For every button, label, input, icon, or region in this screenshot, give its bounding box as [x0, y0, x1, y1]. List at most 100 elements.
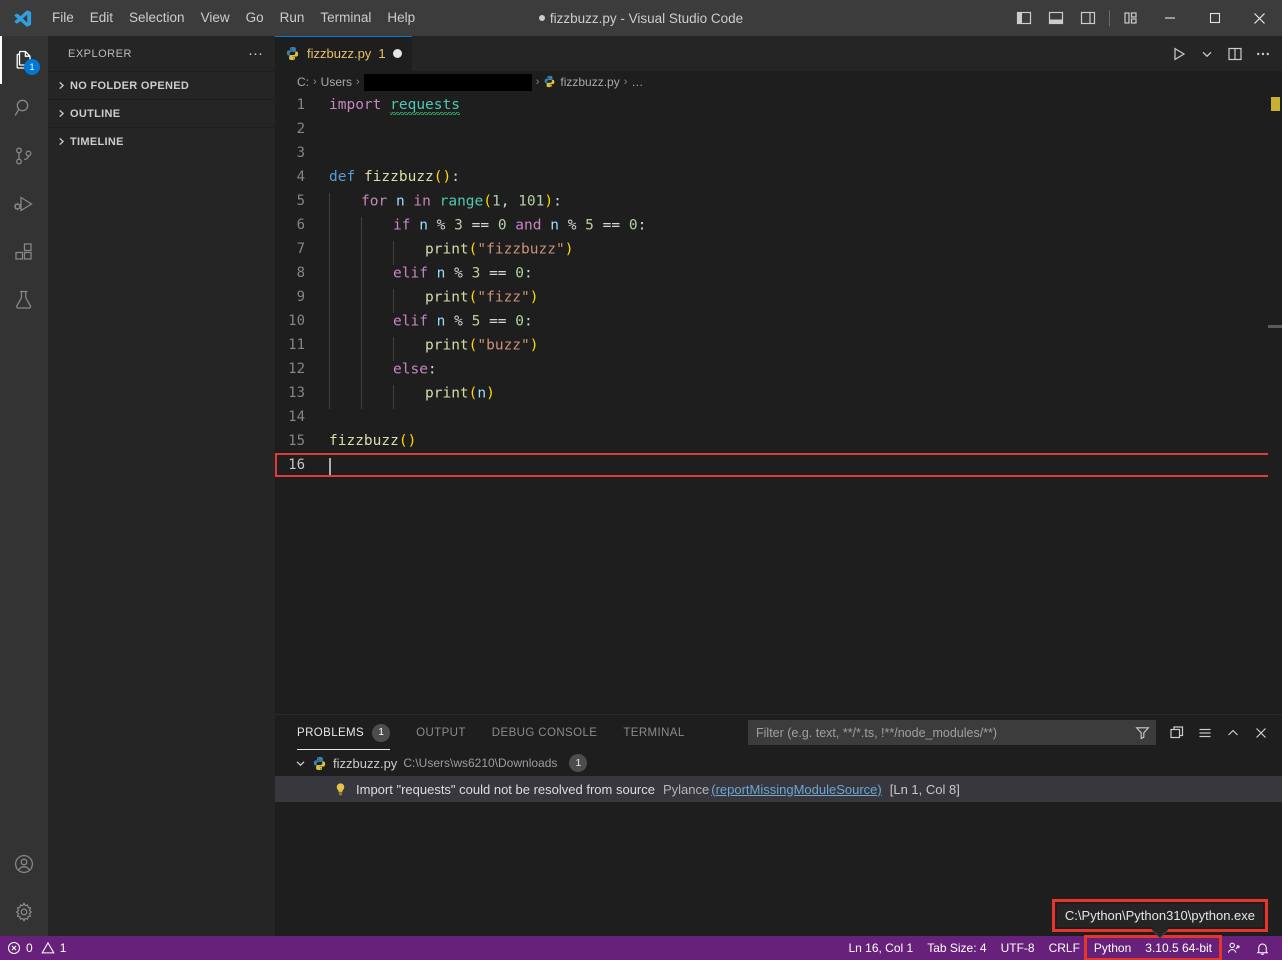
breadcrumb-item-symbols[interactable]: …: [631, 75, 643, 89]
menu-go[interactable]: Go: [238, 7, 272, 29]
tab-terminal[interactable]: TERMINAL: [623, 715, 684, 750]
problems-file-path: C:\Users\ws6210\Downloads: [403, 756, 558, 770]
breadcrumb-item-users[interactable]: Users: [321, 75, 352, 89]
menu-bar: File Edit Selection View Go Run Terminal…: [44, 0, 423, 36]
line-content: elif n % 5 == 0:: [329, 312, 533, 337]
breadcrumb-separator-icon: ›: [356, 76, 360, 88]
menu-file[interactable]: File: [44, 7, 82, 29]
editor-overview-ruler[interactable]: [1268, 93, 1282, 714]
run-python-file-button[interactable]: [1166, 40, 1192, 68]
menu-run[interactable]: Run: [272, 7, 313, 29]
line-content: print("buzz"): [329, 336, 539, 361]
problem-rule-code-link[interactable]: (reportMissingModuleSource): [711, 782, 882, 797]
line-content: def fizzbuzz():: [329, 169, 460, 185]
activity-item-manage-gear[interactable]: [0, 888, 48, 936]
status-eol[interactable]: CRLF: [1042, 936, 1087, 960]
problem-item[interactable]: Import "requests" could not be resolved …: [275, 776, 1282, 802]
line-content: print(n): [329, 384, 495, 409]
close-button[interactable]: [1237, 0, 1282, 36]
activity-item-source-control[interactable]: [0, 132, 48, 180]
code-line: 4 def fizzbuzz():: [275, 165, 1282, 189]
toggle-secondary-sidebar-button[interactable]: [1072, 0, 1104, 36]
split-editor-right-button[interactable]: [1222, 40, 1248, 68]
editor-scrollbar-thumb[interactable]: [1268, 325, 1282, 328]
view-as-table-icon[interactable]: [1164, 720, 1190, 746]
tab-problems[interactable]: PROBLEMS 1: [297, 715, 391, 750]
error-icon: [7, 941, 21, 955]
activity-item-testing[interactable]: [0, 276, 48, 324]
toggle-panel-button[interactable]: [1040, 0, 1072, 36]
code-editor[interactable]: 1 import requests 2 3 4 def fizzbuzz():: [275, 93, 1282, 714]
problem-message: Import "requests" could not be resolved …: [356, 781, 655, 797]
line-number: 5: [296, 193, 305, 209]
filter-icon[interactable]: [1135, 725, 1150, 740]
problems-file-row[interactable]: fizzbuzz.py C:\Users\ws6210\Downloads 1: [275, 750, 1282, 776]
python-file-icon: [285, 46, 300, 61]
customize-layout-button[interactable]: [1115, 0, 1147, 36]
line-number: 9: [296, 289, 305, 305]
tab-output[interactable]: OUTPUT: [416, 715, 466, 750]
sidebar-more-actions-icon[interactable]: ···: [248, 46, 263, 61]
run-options-chevron-down-icon[interactable]: [1194, 40, 1220, 68]
tab-dirty-indicator-icon[interactable]: [392, 49, 402, 58]
panel-tab-label: DEBUG CONSOLE: [491, 726, 598, 739]
status-python-interpreter[interactable]: 3.10.5 64-bit: [1138, 936, 1219, 960]
chevron-down-icon[interactable]: [295, 758, 306, 769]
status-editor-position[interactable]: Ln 16, Col 1: [841, 936, 920, 960]
code-line: 8 elif n % 3 == 0:: [275, 261, 1282, 289]
menu-view[interactable]: View: [193, 7, 238, 29]
activity-item-explorer[interactable]: 1: [0, 36, 48, 84]
menu-terminal[interactable]: Terminal: [312, 7, 379, 29]
status-notifications[interactable]: [1248, 936, 1282, 960]
close-panel-icon[interactable]: [1248, 720, 1274, 746]
code-line: 3: [275, 141, 1282, 165]
unsaved-indicator-icon: [538, 14, 545, 21]
menu-help[interactable]: Help: [379, 7, 423, 29]
sidebar-section-no-folder-opened[interactable]: NO FOLDER OPENED: [48, 71, 275, 99]
chevron-right-icon: [52, 81, 70, 90]
tab-debug-console[interactable]: DEBUG CONSOLE: [492, 715, 598, 750]
line-number: 8: [296, 265, 305, 281]
breadcrumb-item-redacted-username[interactable]: [363, 73, 532, 91]
sidebar-section-timeline[interactable]: TIMELINE: [48, 127, 275, 155]
panel-tabs: PROBLEMS 1 OUTPUT DEBUG CONSOLE TERMINAL: [275, 715, 1282, 750]
panel-tab-label: PROBLEMS: [297, 726, 365, 739]
code-line: 6 if n % 3 == 0 and n % 5 == 0:: [275, 213, 1282, 241]
activity-item-accounts[interactable]: [0, 840, 48, 888]
problems-file-name: fizzbuzz.py: [333, 755, 398, 771]
line-number: 1: [296, 97, 305, 113]
menu-edit[interactable]: Edit: [82, 7, 121, 29]
line-number: 7: [296, 241, 305, 257]
menu-selection[interactable]: Selection: [121, 7, 193, 29]
status-problems[interactable]: 0 1: [0, 936, 73, 960]
explorer-badge: 1: [24, 59, 40, 75]
minimize-button[interactable]: [1147, 0, 1192, 36]
status-remote-indicator[interactable]: [1219, 936, 1248, 960]
bell-icon: [1255, 941, 1270, 956]
problems-filter-input[interactable]: [756, 725, 1129, 740]
line-content: if n % 3 == 0 and n % 5 == 0:: [329, 216, 646, 241]
code-line: 9 print("fizz"): [275, 285, 1282, 313]
warning-count: 1: [59, 941, 67, 955]
maximize-panel-chevron-up-icon[interactable]: [1220, 720, 1246, 746]
sidebar-section-outline[interactable]: OUTLINE: [48, 99, 275, 127]
maximize-button[interactable]: [1192, 0, 1237, 36]
tab-fizzbuzz-py[interactable]: fizzbuzz.py 1: [275, 36, 413, 71]
editor-more-actions-icon[interactable]: [1250, 40, 1276, 68]
sidebar-section-label: OUTLINE: [70, 107, 121, 120]
toggle-primary-sidebar-button[interactable]: [1008, 0, 1040, 36]
line-number: 11: [288, 337, 305, 353]
activity-item-extensions[interactable]: [0, 228, 48, 276]
activity-item-run-and-debug[interactable]: [0, 180, 48, 228]
sidebar-header: EXPLORER ···: [48, 36, 275, 71]
problems-filter-box[interactable]: [748, 720, 1156, 745]
breadcrumb-item-drive[interactable]: C:: [297, 75, 309, 89]
breadcrumb-item-file[interactable]: fizzbuzz.py: [543, 75, 620, 89]
problem-source: Pylance: [662, 781, 710, 797]
activity-item-search[interactable]: [0, 84, 48, 132]
status-tab-size[interactable]: Tab Size: 4: [920, 936, 993, 960]
status-language-mode[interactable]: Python: [1087, 936, 1138, 960]
panel-more-icon[interactable]: [1192, 720, 1218, 746]
line-content: print("fizz"): [329, 288, 539, 313]
status-encoding[interactable]: UTF-8: [994, 936, 1042, 960]
